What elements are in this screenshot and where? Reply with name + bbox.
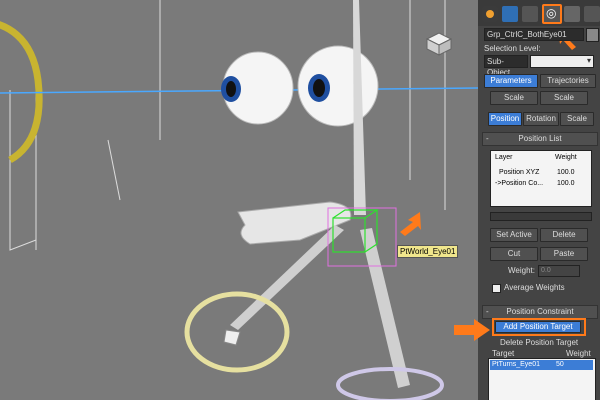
scale-button-2[interactable]: Scale (540, 91, 588, 105)
position-constraint-title: Position Constraint (506, 307, 574, 316)
delete-button[interactable]: Delete (540, 228, 588, 242)
list-item-layer[interactable]: Position XYZ (499, 169, 539, 176)
object-color-swatch[interactable] (586, 28, 599, 42)
target-weight: 50 (556, 361, 564, 368)
target-col-header: Target (492, 349, 515, 358)
list-item-weight: 100.0 (557, 180, 575, 187)
weight-label: Weight: (508, 266, 535, 275)
set-active-button[interactable]: Set Active (490, 228, 538, 242)
command-panel: Grp_CtrlC_BothEye01 Selection Level: Sub… (478, 0, 600, 400)
add-position-target-button[interactable]: Add Position Target (495, 321, 581, 333)
list-scrollbar[interactable] (490, 212, 592, 221)
list-item-weight: 100.0 (557, 169, 575, 176)
weight-col-header: Weight (566, 349, 591, 358)
weight-spinner[interactable]: 0.0 (538, 265, 580, 277)
position-button[interactable]: Position (488, 112, 522, 126)
collapse-icon: - (486, 134, 489, 143)
app-window: PtWorld_Eye01 Grp_CtrlC_BothEye01 Select… (0, 0, 600, 400)
motion-tab-icon[interactable] (542, 4, 562, 24)
delete-position-target-button[interactable]: Delete Position Target (500, 338, 578, 347)
viewport[interactable]: PtWorld_Eye01 (0, 0, 478, 400)
target-list[interactable]: PtTurns_Eye01 50 (488, 358, 596, 400)
hierarchy-tab-icon[interactable] (522, 6, 538, 22)
scale-button-1[interactable]: Scale (490, 91, 538, 105)
viewport-scene (0, 0, 478, 400)
utilities-tab-icon[interactable] (584, 6, 600, 22)
target-row[interactable]: PtTurns_Eye01 50 (490, 360, 593, 370)
sub-object-button[interactable]: Sub-Object (484, 55, 528, 77)
target-name: PtTurns_Eye01 (492, 361, 540, 368)
col-weight: Weight (555, 154, 577, 161)
create-tab-icon[interactable] (482, 6, 498, 22)
modify-tab-icon[interactable] (502, 6, 518, 22)
scale-button-3[interactable]: Scale (560, 112, 594, 126)
object-name-field[interactable]: Grp_CtrlC_BothEye01 (484, 28, 584, 41)
list-item-layer[interactable]: ->Position Co... (495, 180, 543, 187)
object-label: PtWorld_Eye01 (397, 245, 459, 258)
position-list-rollout[interactable]: - Position List (482, 132, 598, 146)
trajectories-button[interactable]: Trajectories (540, 74, 596, 88)
average-weights-checkbox[interactable] (492, 284, 501, 293)
average-weights-label: Average Weights (504, 283, 565, 292)
collapse-icon: - (486, 307, 489, 316)
paste-button[interactable]: Paste (540, 247, 588, 261)
command-panel-tabs (478, 0, 600, 26)
display-tab-icon[interactable] (564, 6, 580, 22)
pointer-arrow-add-target (454, 319, 490, 341)
cut-button[interactable]: Cut (490, 247, 538, 261)
position-list-title: Position List (518, 134, 562, 143)
viewcube[interactable] (423, 31, 453, 57)
position-list[interactable]: Layer Weight Position XYZ 100.0 ->Positi… (490, 150, 592, 207)
parameters-button[interactable]: Parameters (484, 74, 538, 88)
position-constraint-rollout[interactable]: - Position Constraint (482, 305, 598, 319)
sub-object-dropdown[interactable] (530, 55, 594, 68)
col-layer: Layer (495, 154, 513, 161)
selection-level-label: Selection Level: (484, 44, 541, 53)
rotation-button[interactable]: Rotation (523, 112, 559, 126)
